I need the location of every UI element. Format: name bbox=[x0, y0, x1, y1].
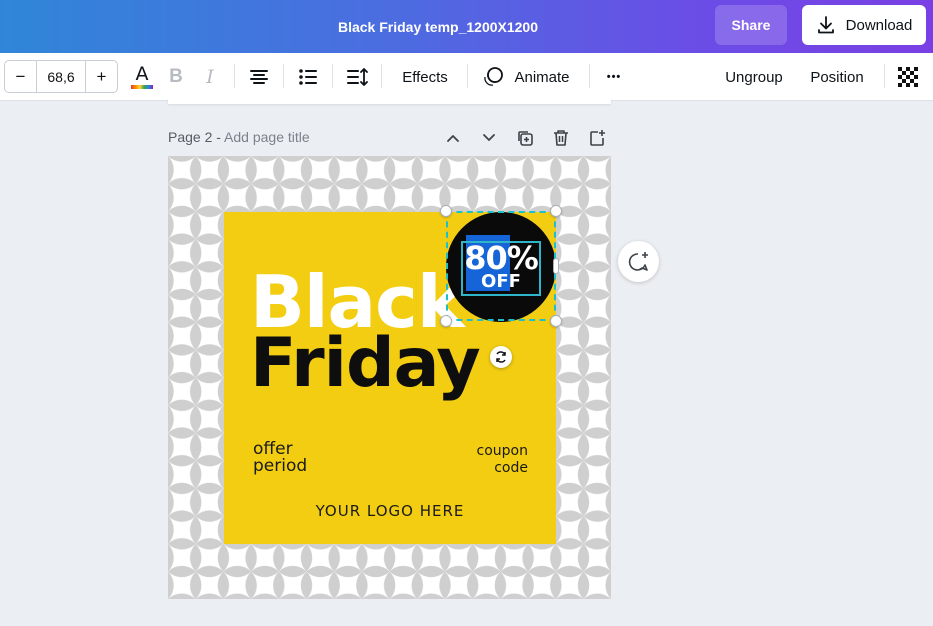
animate-icon bbox=[484, 67, 504, 86]
animate-button[interactable]: Animate bbox=[480, 53, 572, 101]
resize-handle-top-right[interactable] bbox=[550, 205, 562, 217]
rotate-icon bbox=[496, 351, 506, 363]
download-label: Download bbox=[845, 16, 913, 34]
position-button[interactable]: Position bbox=[804, 53, 870, 101]
toolbar-divider bbox=[589, 64, 590, 88]
more-options-button[interactable]: ••• bbox=[601, 53, 627, 101]
duplicate-page-icon bbox=[518, 131, 533, 146]
move-page-up-button[interactable] bbox=[442, 127, 464, 149]
add-comment-icon bbox=[628, 251, 648, 271]
download-icon bbox=[817, 16, 834, 34]
chevron-up-icon bbox=[447, 135, 459, 142]
trash-icon bbox=[554, 130, 568, 146]
rotate-button[interactable] bbox=[490, 346, 512, 368]
add-page-title[interactable]: Add page title bbox=[224, 129, 310, 145]
page-number: Page 2 - bbox=[168, 129, 225, 145]
share-button[interactable]: Share bbox=[715, 5, 787, 45]
transparency-button[interactable] bbox=[897, 53, 919, 101]
resize-handle-bottom-left[interactable] bbox=[440, 315, 452, 327]
previous-page-edge[interactable] bbox=[168, 98, 611, 104]
duplicate-page-button[interactable] bbox=[514, 127, 536, 149]
font-size-increase-button[interactable]: + bbox=[86, 61, 117, 92]
offer-line-2: period bbox=[253, 456, 308, 476]
page-label: Page 2 - Add page title bbox=[168, 129, 310, 145]
add-page-icon bbox=[590, 130, 605, 146]
top-bar: Black Friday temp_1200X1200 Share Downlo… bbox=[0, 0, 933, 53]
animate-label: Animate bbox=[514, 68, 570, 86]
text-color-button[interactable]: A bbox=[129, 53, 155, 101]
text-color-glyph: A bbox=[135, 63, 149, 85]
spacing-button[interactable] bbox=[345, 53, 369, 101]
resize-handle-top-left[interactable] bbox=[440, 205, 452, 217]
download-button[interactable]: Download bbox=[802, 5, 926, 45]
bold-button[interactable]: B bbox=[165, 53, 187, 101]
font-size-input[interactable] bbox=[36, 61, 86, 92]
move-page-down-button[interactable] bbox=[478, 127, 500, 149]
offer-period-text[interactable]: offer period bbox=[253, 441, 307, 475]
list-button[interactable] bbox=[296, 53, 320, 101]
coupon-code-text[interactable]: coupon code bbox=[477, 443, 528, 477]
delete-page-button[interactable] bbox=[550, 127, 572, 149]
font-size-control: − + bbox=[4, 60, 118, 93]
selection-box bbox=[446, 211, 556, 321]
toolbar-divider bbox=[884, 64, 885, 88]
toolbar-divider bbox=[332, 64, 333, 88]
toolbar-divider bbox=[283, 64, 284, 88]
chevron-down-icon bbox=[483, 134, 495, 141]
resize-handle-right[interactable] bbox=[553, 258, 559, 274]
align-button[interactable] bbox=[247, 53, 271, 101]
italic-button[interactable]: I bbox=[199, 53, 221, 101]
font-size-decrease-button[interactable]: − bbox=[5, 61, 36, 92]
toolbar-divider bbox=[467, 64, 468, 88]
effects-button[interactable]: Effects bbox=[394, 53, 456, 101]
toolbar-divider bbox=[381, 64, 382, 88]
bullet-list-icon bbox=[299, 69, 317, 85]
align-center-icon bbox=[250, 70, 268, 84]
transparency-icon bbox=[898, 67, 918, 87]
rainbow-color-bar bbox=[131, 85, 153, 89]
logo-placeholder-text[interactable]: YOUR LOGO HERE bbox=[224, 502, 556, 520]
ungroup-button[interactable]: Ungroup bbox=[718, 53, 790, 101]
add-comment-button[interactable] bbox=[618, 241, 659, 282]
coupon-line-1: coupon bbox=[476, 443, 528, 459]
add-page-button[interactable] bbox=[586, 127, 608, 149]
coupon-line-2: code bbox=[494, 460, 528, 476]
toolbar-divider bbox=[234, 64, 235, 88]
line-spacing-icon bbox=[347, 68, 368, 86]
headline-friday[interactable]: Friday bbox=[250, 330, 481, 398]
resize-handle-bottom-right[interactable] bbox=[550, 315, 562, 327]
